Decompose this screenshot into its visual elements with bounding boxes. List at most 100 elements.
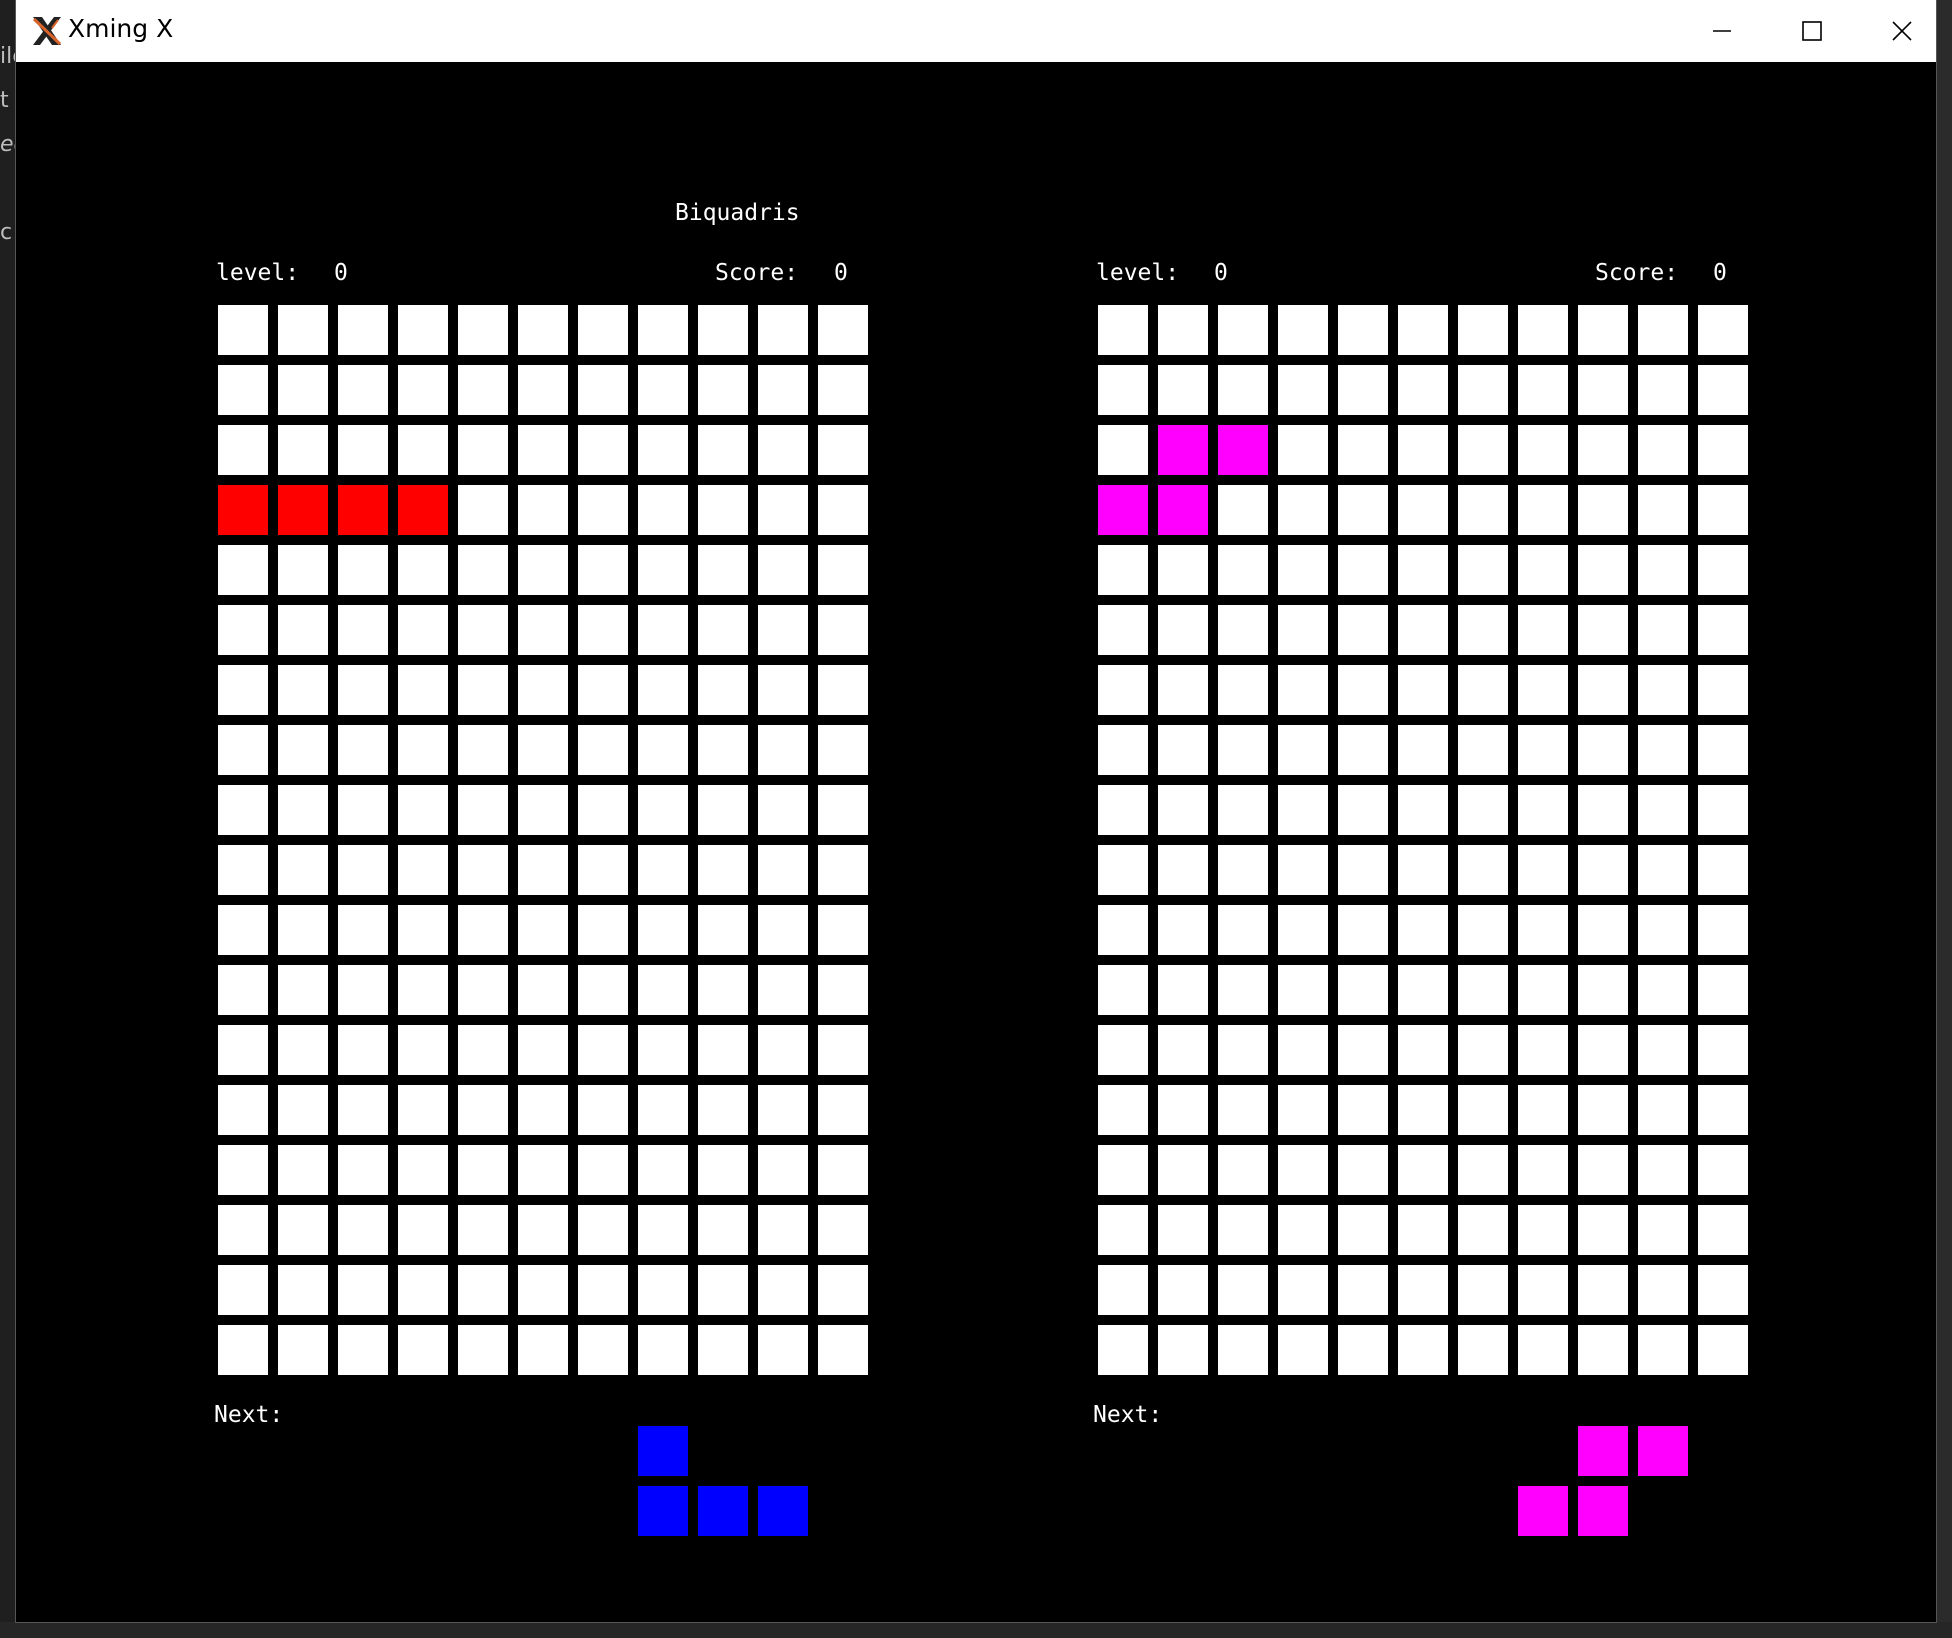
board-cell: [218, 905, 268, 955]
board-cell: [638, 1205, 688, 1255]
board-cell: [338, 905, 388, 955]
board-cell: [1458, 1265, 1508, 1315]
player1-board: [218, 305, 874, 1381]
board-cell: [698, 425, 748, 475]
board-cell: [698, 365, 748, 415]
board-cell: [1338, 785, 1388, 835]
board-cell: [1518, 845, 1568, 895]
board-cell: [1638, 365, 1688, 415]
close-button[interactable]: [1856, 0, 1948, 62]
board-cell: [1578, 1265, 1628, 1315]
game-canvas[interactable]: Biquadris level: 0 Score: 0 Next: level:…: [16, 62, 1936, 1622]
board-cell: [1218, 1025, 1268, 1075]
board-cell: [818, 545, 868, 595]
board-cell: [1698, 1265, 1748, 1315]
board-cell: [1218, 545, 1268, 595]
board-cell: [1158, 965, 1208, 1015]
board-cell: [218, 1025, 268, 1075]
board-cell: [1458, 365, 1508, 415]
board-cell: [1218, 1205, 1268, 1255]
board-cell: [1218, 485, 1268, 535]
board-cell: [1098, 785, 1148, 835]
player2-next-piece: [1518, 1426, 1694, 1542]
board-cell: [1278, 905, 1328, 955]
board-cell: [638, 1145, 688, 1195]
board-cell: [1218, 605, 1268, 655]
board-cell: [758, 1205, 808, 1255]
board-cell: [1578, 545, 1628, 595]
board-cell: [1518, 1325, 1568, 1375]
board-cell: [278, 785, 328, 835]
board-cell: [578, 785, 628, 835]
board-cell: [518, 1265, 568, 1315]
player1-level-label: level:: [216, 260, 300, 286]
filled-block: [1158, 485, 1208, 535]
board-cell: [458, 1085, 508, 1135]
board-cell: [338, 1085, 388, 1135]
board-cell: [1518, 725, 1568, 775]
background-text-fragment: c: [0, 220, 13, 245]
board-cell: [698, 545, 748, 595]
board-cell: [1398, 1085, 1448, 1135]
board-cell: [1638, 1265, 1688, 1315]
board-cell: [218, 1265, 268, 1315]
board-cell: [1578, 785, 1628, 835]
board-cell: [1338, 305, 1388, 355]
board-cell: [1698, 845, 1748, 895]
board-cell: [218, 605, 268, 655]
board-cell: [518, 365, 568, 415]
board-cell: [458, 545, 508, 595]
board-cell: [458, 785, 508, 835]
board-cell: [1278, 1205, 1328, 1255]
close-icon: [1892, 21, 1912, 41]
board-cell: [218, 1205, 268, 1255]
board-cell: [1158, 845, 1208, 895]
board-cell: [1638, 905, 1688, 955]
next-piece-block: [638, 1486, 688, 1536]
board-cell: [458, 485, 508, 535]
board-cell: [338, 605, 388, 655]
board-cell: [458, 305, 508, 355]
board-cell: [1398, 1325, 1448, 1375]
board-cell: [338, 365, 388, 415]
board-cell: [1398, 485, 1448, 535]
board-cell: [1158, 665, 1208, 715]
player2-score-label: Score:: [1595, 260, 1679, 286]
board-cell: [758, 905, 808, 955]
board-cell: [1578, 605, 1628, 655]
board-cell: [638, 1025, 688, 1075]
board-cell: [1338, 665, 1388, 715]
board-cell: [1278, 1085, 1328, 1135]
player2-level-value: 0: [1214, 260, 1228, 286]
board-cell: [518, 1085, 568, 1135]
board-cell: [758, 725, 808, 775]
filled-block: [1158, 425, 1208, 475]
board-cell: [1638, 485, 1688, 535]
board-cell: [218, 665, 268, 715]
board-cell: [1218, 1085, 1268, 1135]
maximize-icon: [1802, 21, 1822, 41]
board-cell: [518, 485, 568, 535]
title-bar[interactable]: Xming X: [16, 0, 1936, 63]
board-cell: [1638, 1325, 1688, 1375]
board-cell: [638, 1085, 688, 1135]
minimize-button[interactable]: [1676, 0, 1768, 62]
board-cell: [758, 1085, 808, 1135]
board-cell: [1398, 785, 1448, 835]
board-cell: [1638, 605, 1688, 655]
board-cell: [1338, 545, 1388, 595]
board-cell: [1698, 305, 1748, 355]
maximize-button[interactable]: [1766, 0, 1858, 62]
board-cell: [1278, 545, 1328, 595]
board-cell: [1158, 1085, 1208, 1135]
board-cell: [1278, 845, 1328, 895]
board-cell: [758, 965, 808, 1015]
board-cell: [578, 845, 628, 895]
board-cell: [458, 425, 508, 475]
board-cell: [1518, 545, 1568, 595]
board-cell: [1398, 845, 1448, 895]
board-cell: [818, 1025, 868, 1075]
board-cell: [1518, 485, 1568, 535]
board-cell: [1458, 845, 1508, 895]
board-cell: [578, 725, 628, 775]
